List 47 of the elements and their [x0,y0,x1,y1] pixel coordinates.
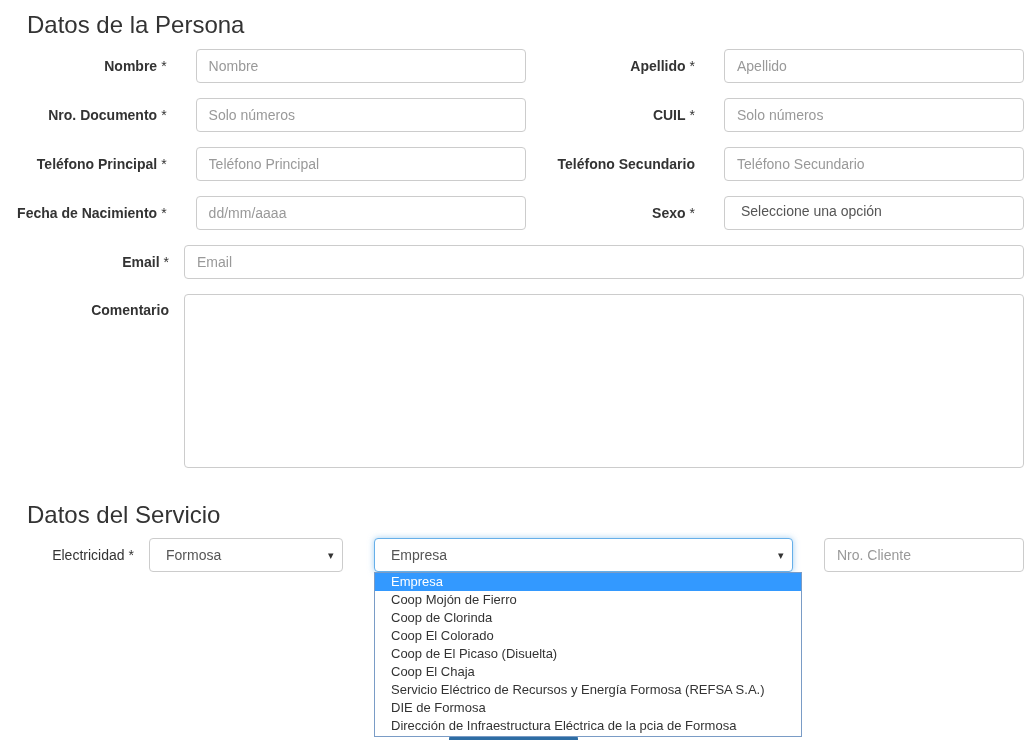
field-label: Email [122,254,160,270]
select-field[interactable]: Seleccione una opción [724,196,1024,230]
caret-icon: ▾ [328,548,334,562]
dropdown-option[interactable]: Dirección de Infraestructura Eléctrica de la pcia de Formosa [375,717,801,735]
required-mark: * [689,205,695,221]
text-field[interactable]: Teléfono Principal [195,147,526,181]
select-field[interactable]: Formosa ▾ [149,538,343,572]
field-label: Nombre [104,58,158,74]
section-heading: Datos de la Persona [26,10,245,40]
required-mark: * [689,58,695,74]
text-field[interactable]: Email [184,245,1024,279]
dropdown-option[interactable]: Coop Mojón de Fierro [375,591,801,609]
text-field[interactable]: Apellido [724,49,1024,83]
section-heading: Datos del Servicio [26,500,221,530]
dropdown-option[interactable]: Coop de Clorinda [375,609,801,627]
dropdown-option[interactable]: Servicio Eléctrico de Recursos y Energía Formosa (REFSA S.A.) [375,681,801,699]
text-field[interactable]: Nro. Cliente [824,538,1024,572]
select-value: Formosa [166,547,222,563]
required-mark: * [689,107,695,123]
text-field[interactable]: Solo números [724,98,1024,132]
text-field[interactable]: Teléfono Secundario [724,147,1024,181]
required-mark: * [161,205,167,221]
required-mark: * [161,58,167,74]
field-label: Teléfono Principal [36,156,158,172]
required-mark: * [163,254,169,270]
field-label: Teléfono Secundario [557,156,695,172]
dropdown-option[interactable]: Coop El Colorado [375,627,801,645]
field-label: CUIL [652,107,686,123]
field-label: Fecha de Nacimiento [17,205,158,221]
field-label: Comentario [91,302,169,318]
required-mark: * [161,107,167,123]
dropdown-option[interactable]: Coop El Chaja [375,663,801,681]
field-label: Apellido [630,58,686,74]
field-label: Nro. Documento [48,107,158,123]
text-field[interactable]: Solo números [195,98,526,132]
textarea-field[interactable] [184,294,1024,468]
field-label: Sexo [652,205,686,221]
required-mark: * [128,547,134,563]
text-field[interactable]: dd/mm/aaaa [195,196,526,230]
select-value: Empresa [391,547,448,563]
required-mark: * [161,156,167,172]
dropdown-option[interactable]: Coop de El Picaso (Disuelta) [375,645,801,663]
text-field[interactable]: Nombre [195,49,526,83]
select-field[interactable]: Empresa ▾ [374,538,793,572]
dropdown-option[interactable]: DIE de Formosa [375,699,801,717]
field-label: Electricidad [52,547,125,563]
caret-icon: ▾ [778,548,784,562]
